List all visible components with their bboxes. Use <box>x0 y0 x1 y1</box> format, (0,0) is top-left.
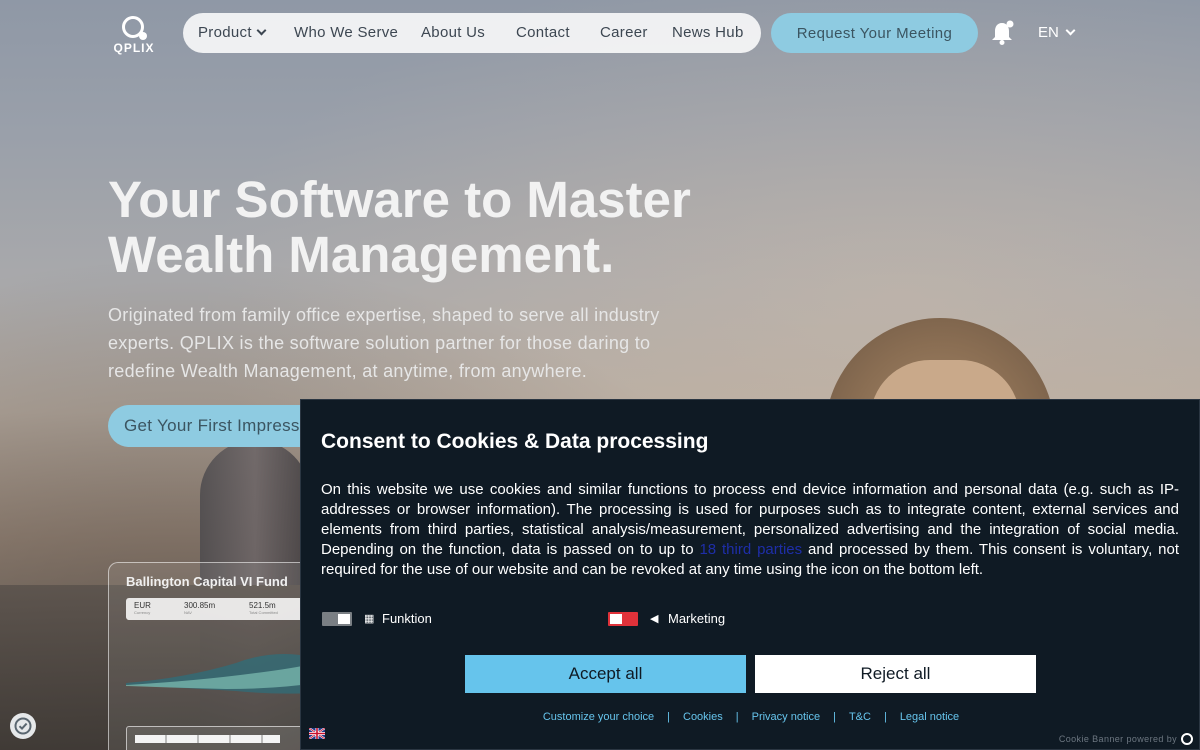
toggle-knob <box>610 613 622 624</box>
toggle-marketing[interactable]: ◀ Marketing <box>608 611 725 626</box>
language-label: EN <box>1038 24 1059 41</box>
cookie-consent-banner: Consent to Cookies & Data processing On … <box>300 399 1200 750</box>
powered-by-text: Cookie Banner powered by <box>1058 734 1177 744</box>
bell-icon[interactable] <box>991 20 1015 46</box>
nav-item-label: Contact <box>516 24 570 41</box>
toggle-switch[interactable] <box>608 611 638 626</box>
toggle-label: Funktion <box>382 611 432 626</box>
cookies-link[interactable]: Cookies <box>683 711 723 723</box>
fund-title: Ballington Capital VI Fund <box>126 574 288 589</box>
toggle-switch[interactable] <box>322 611 352 626</box>
fund-stat-label: NAV <box>184 610 192 615</box>
link-separator: | <box>883 711 887 723</box>
fund-progress-bar <box>135 735 280 743</box>
link-separator: | <box>735 711 739 723</box>
privacy-notice-link[interactable]: Privacy notice <box>752 711 820 723</box>
fund-stat: EUR Currency <box>134 601 151 615</box>
uk-flag-icon[interactable] <box>309 728 325 739</box>
customize-choice-link[interactable]: Customize your choice <box>543 711 654 723</box>
fund-stat-value: 521.5m <box>249 601 276 610</box>
nav-item-career[interactable]: Career <box>600 24 648 41</box>
toggle-label: Marketing <box>668 611 726 626</box>
toggle-knob <box>338 613 350 624</box>
shield-check-icon <box>14 717 32 735</box>
powered-by[interactable]: Cookie Banner powered by <box>1059 733 1193 745</box>
fund-stat-label: Currency <box>134 610 151 615</box>
nav-item-news-hub[interactable]: News Hub <box>672 24 744 41</box>
hero-title: Your Software to Master Wealth Managemen… <box>108 171 691 283</box>
reject-all-button[interactable]: Reject all <box>755 655 1036 693</box>
cookie-title: Consent to Cookies & Data processing <box>321 430 709 453</box>
nav-item-about-us[interactable]: About Us <box>421 24 485 41</box>
nav-item-label: About Us <box>421 24 486 41</box>
request-meeting-button[interactable]: Request Your Meeting <box>771 13 978 53</box>
logo-text: QPLIX <box>113 41 155 55</box>
main-nav: Product Who We Serve About Us Contact Ca… <box>183 13 761 53</box>
logo-mark-icon <box>122 16 147 40</box>
legal-notice-link[interactable]: Legal notice <box>900 711 959 723</box>
provider-logo-icon <box>1181 733 1193 745</box>
tc-link[interactable]: T&C <box>849 711 871 723</box>
fund-stat: 300.85m NAV <box>184 601 215 615</box>
nav-item-label: Who We Serve <box>294 24 399 41</box>
chevron-down-icon <box>1065 25 1076 36</box>
megaphone-icon: ◀ <box>650 613 659 625</box>
nav-item-who-we-serve[interactable]: Who We Serve <box>294 24 398 41</box>
link-separator: | <box>833 711 836 723</box>
third-parties-link[interactable]: 18 third parties <box>699 541 802 558</box>
toggle-funktion[interactable]: ▦ Funktion <box>322 611 432 626</box>
fund-stat-value: EUR <box>134 601 151 610</box>
cookie-footer-links: Customize your choice | Cookies | Privac… <box>301 711 1200 723</box>
nav-item-label: News Hub <box>672 24 744 41</box>
link-separator: | <box>667 711 670 723</box>
qplix-logo[interactable]: QPLIX <box>110 16 158 56</box>
accept-all-button[interactable]: Accept all <box>465 655 746 693</box>
hero-subtitle: Originated from family office expertise,… <box>108 305 660 381</box>
cookie-description: On this website we use cookies and simil… <box>321 480 1179 580</box>
nav-item-contact[interactable]: Contact <box>516 24 570 41</box>
language-selector[interactable]: EN <box>1038 24 1076 41</box>
fund-stat-value: 300.85m <box>184 601 216 610</box>
fund-stat-label: Total Committed <box>249 610 278 615</box>
cookie-settings-button[interactable] <box>10 713 36 739</box>
grid-icon: ▦ <box>364 613 375 625</box>
nav-item-product[interactable]: Product <box>198 24 267 41</box>
nav-item-label: Product <box>198 24 252 41</box>
nav-item-label: Career <box>600 24 648 41</box>
chevron-down-icon <box>256 25 267 36</box>
fund-stat: 521.5m Total Committed <box>249 601 278 615</box>
